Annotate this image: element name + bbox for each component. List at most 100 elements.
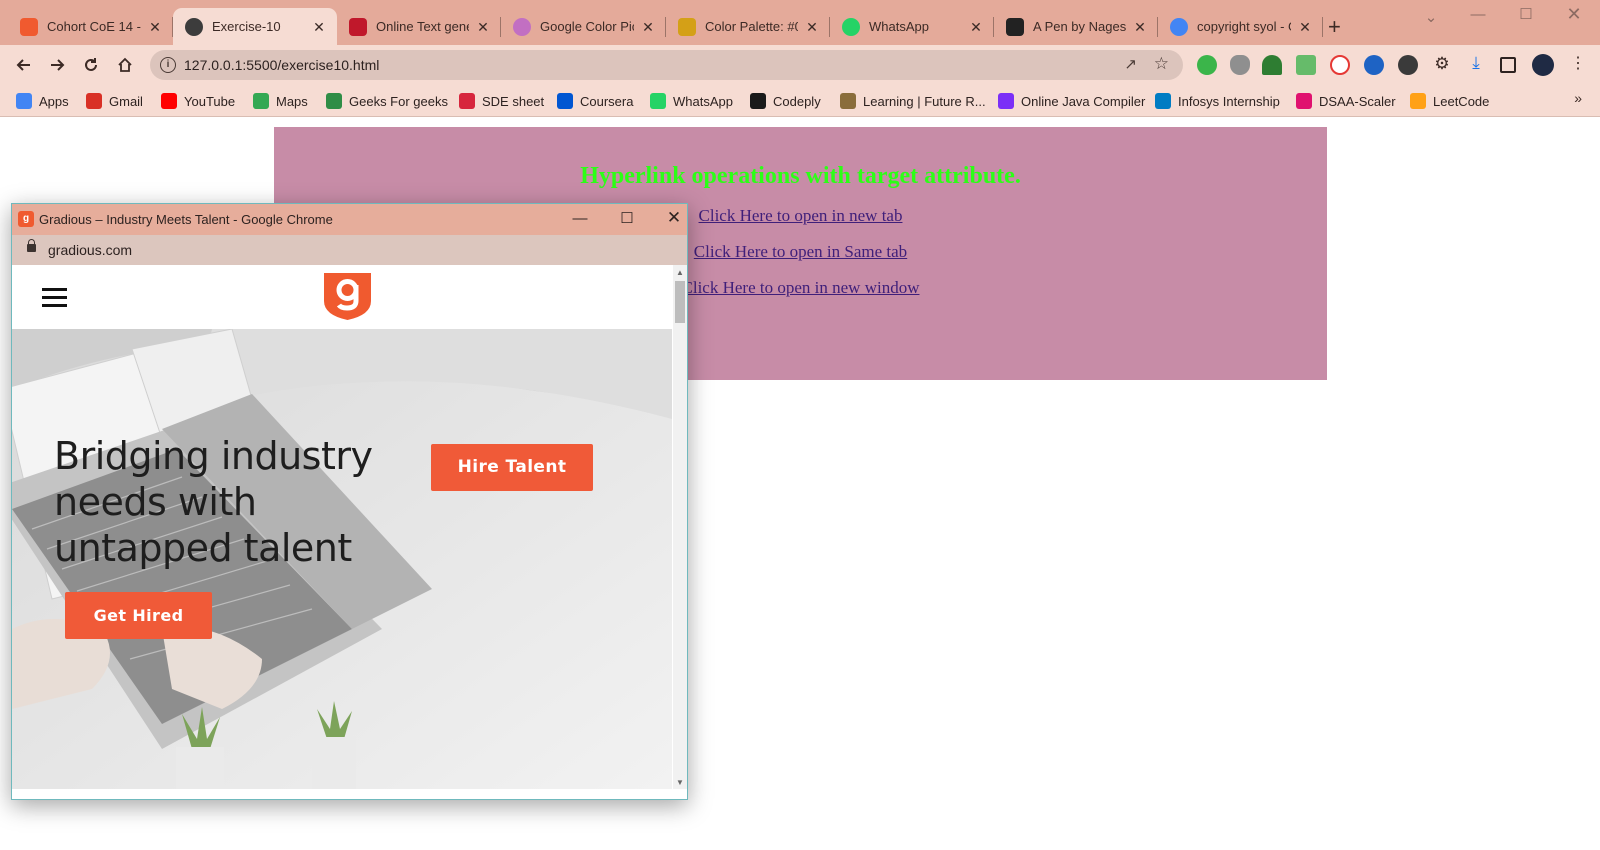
tab-close-icon[interactable]: ✕	[804, 19, 820, 35]
scrollbar-thumb[interactable]	[675, 281, 685, 323]
tab-title: Online Text gene	[376, 19, 469, 34]
scroll-down-arrow-icon[interactable]: ▼	[676, 778, 684, 787]
globe-icon	[185, 17, 203, 36]
maximize-button[interactable]: ☐	[1503, 5, 1549, 23]
bookmark-label: Geeks For geeks	[349, 93, 448, 109]
tab-strip: Cohort CoE 14 - I ✕ Exercise-10 ✕ Online Tex…	[0, 0, 1600, 45]
tab-close-icon[interactable]: ✕	[1132, 19, 1148, 35]
bookmark-label: Infosys Internship	[1178, 93, 1280, 109]
bookmark-item[interactable]: Maps	[253, 92, 308, 110]
browser-tab[interactable]: copyright syol - G ✕	[1158, 8, 1323, 45]
hamburger-menu-icon[interactable]	[42, 288, 67, 307]
extension-image-icon[interactable]	[1296, 55, 1316, 75]
extensions-puzzle-icon[interactable]: ⚙	[1432, 54, 1452, 74]
browser-tab[interactable]: Exercise-10 ✕	[173, 8, 337, 45]
tab-title: Color Palette: #0	[705, 19, 798, 34]
gmail-icon	[86, 93, 102, 109]
java-compiler-icon	[998, 93, 1014, 109]
kebab-menu-icon[interactable]: ⋮	[1570, 53, 1590, 73]
browser-tab[interactable]: Online Text gene ✕	[337, 8, 501, 45]
popup-title-bar[interactable]: g Gradious – Industry Meets Talent - Goo…	[12, 204, 687, 235]
bookmark-item[interactable]: Online Java Compiler	[998, 92, 1145, 110]
tab-close-icon[interactable]: ✕	[475, 19, 491, 35]
bookmark-label: Codeply	[773, 93, 821, 109]
extension-play-icon[interactable]	[1330, 55, 1350, 75]
bookmark-item[interactable]: DSAA-Scaler	[1296, 92, 1396, 110]
browser-tab[interactable]: A Pen by Nagesh ✕	[994, 8, 1158, 45]
chevron-down-icon[interactable]: ⌄	[1408, 8, 1454, 26]
site-header	[12, 265, 672, 329]
bookmark-item[interactable]: Learning | Future R...	[840, 92, 986, 110]
browser-tab[interactable]: WhatsApp ✕	[830, 8, 994, 45]
bookmarks-overflow-icon[interactable]: »	[1574, 90, 1582, 106]
gradious-icon	[20, 17, 38, 36]
browser-tab[interactable]: Google Color Pick ✕	[501, 8, 666, 45]
bookmark-item[interactable]: WhatsApp	[650, 92, 733, 110]
bookmarks-bar: Apps Gmail YouTube Maps Geeks For geeks SDE s…	[0, 85, 1600, 117]
hero-section: Bridging industry needs with untapped ta…	[12, 329, 672, 789]
bookmark-label: Maps	[276, 93, 308, 109]
new-tab-button[interactable]: +	[1328, 16, 1341, 38]
address-bar[interactable]: i 127.0.0.1:5500/exercise10.html ↗ ☆	[150, 50, 1183, 80]
bookmark-item[interactable]: YouTube	[161, 92, 235, 110]
close-window-button[interactable]: ✕	[1551, 4, 1597, 25]
bookmark-item[interactable]: LeetCode	[1410, 92, 1489, 110]
bookmark-item[interactable]: Coursera	[557, 92, 633, 110]
back-button[interactable]	[10, 51, 38, 79]
site-info-icon[interactable]: i	[160, 57, 176, 73]
bookmark-item[interactable]: Geeks For geeks	[326, 92, 448, 110]
maps-icon	[253, 93, 269, 109]
extension-shapes-icon[interactable]	[1398, 55, 1418, 75]
popup-close-button[interactable]: ✕	[659, 208, 689, 228]
home-icon	[118, 57, 132, 72]
popup-address-bar: gradious.com	[12, 235, 687, 265]
bookmark-item[interactable]: Codeply	[750, 92, 821, 110]
gradious-icon: g	[18, 211, 34, 227]
popup-maximize-button[interactable]: ☐	[612, 209, 642, 227]
tab-close-icon[interactable]: ✕	[640, 19, 656, 35]
scroll-up-arrow-icon[interactable]: ▲	[676, 268, 684, 277]
google-icon	[1170, 17, 1188, 36]
home-button[interactable]	[111, 51, 139, 79]
share-icon[interactable]: ↗	[1124, 55, 1137, 73]
hire-talent-button[interactable]: Hire Talent	[431, 444, 593, 491]
tab-title: copyright syol - G	[1197, 19, 1291, 34]
bookmark-item[interactable]: Gmail	[86, 92, 143, 110]
infosys-icon	[1155, 93, 1171, 109]
browser-tab[interactable]: Color Palette: #0 ✕	[666, 8, 830, 45]
minimize-button[interactable]: —	[1455, 6, 1501, 23]
download-icon[interactable]: ⤓	[1466, 53, 1486, 73]
gradious-logo[interactable]	[322, 271, 373, 321]
extension-blue-circle-icon[interactable]	[1364, 55, 1384, 75]
tab-close-icon[interactable]: ✕	[968, 19, 984, 35]
get-hired-button[interactable]: Get Hired	[65, 592, 212, 639]
popup-minimize-button[interactable]: —	[565, 210, 595, 227]
bookmark-item[interactable]: Apps	[16, 92, 69, 110]
bookmark-label: WhatsApp	[673, 93, 733, 109]
tab-close-icon[interactable]: ✕	[1297, 19, 1313, 35]
browser-tab[interactable]: Cohort CoE 14 - I ✕	[8, 8, 173, 45]
bookmark-label: DSAA-Scaler	[1319, 93, 1396, 109]
tab-close-icon[interactable]: ✕	[311, 19, 327, 35]
popup-scrollbar[interactable]: ▲ ▼	[673, 265, 687, 789]
tab-close-icon[interactable]: ✕	[147, 19, 163, 35]
tab-title: Exercise-10	[212, 19, 281, 34]
extension-plus-icon[interactable]	[1197, 55, 1217, 75]
forward-button[interactable]	[43, 51, 71, 79]
bookmark-label: Coursera	[580, 93, 634, 109]
bookmark-label: Learning | Future R...	[863, 93, 986, 109]
bookmark-star-icon[interactable]: ☆	[1154, 54, 1169, 74]
address-bar-url[interactable]: 127.0.0.1:5500/exercise10.html	[184, 57, 379, 73]
reload-icon	[85, 58, 97, 71]
palette-icon	[678, 17, 696, 36]
extension-tree-icon[interactable]	[1262, 55, 1282, 75]
bookmark-item[interactable]: Infosys Internship	[1155, 92, 1280, 110]
hero-headline: Bridging industry needs with untapped ta…	[54, 434, 373, 570]
bookmark-item[interactable]: SDE sheet	[459, 92, 544, 110]
extension-bug-icon[interactable]	[1230, 55, 1250, 75]
profile-avatar[interactable]	[1532, 54, 1554, 76]
bookmark-label: Gmail	[109, 93, 143, 109]
side-panel-icon[interactable]	[1500, 57, 1516, 73]
whatsapp-icon	[842, 17, 860, 36]
reload-button[interactable]	[77, 51, 105, 79]
